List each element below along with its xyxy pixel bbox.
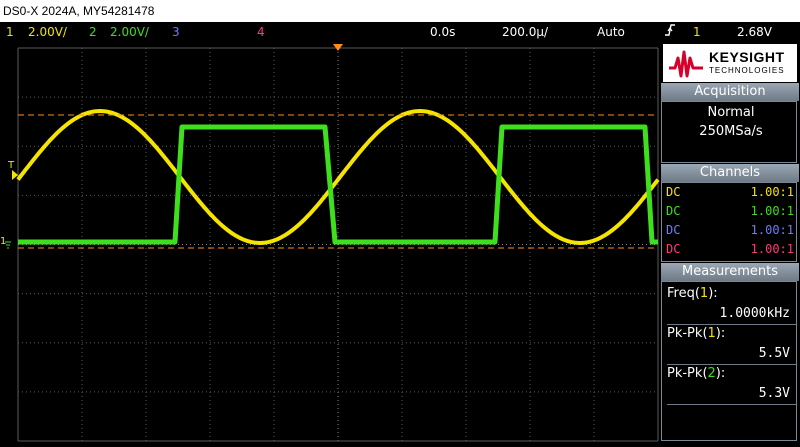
ch2-probe-ratio: 1.00:1 [750,204,794,218]
measurement-pkpk2-label[interactable]: Pk-Pk(2): [667,366,725,381]
ch2-number[interactable]: 2 [89,22,97,42]
ch1-coupling: DC [666,185,681,199]
channel-row-2[interactable]: DC 1.00:1 [666,202,798,221]
measurement-pkpk1-label[interactable]: Pk-Pk(1): [667,326,725,341]
time-delay[interactable]: 0.0s [430,22,455,42]
ch1-probe-ratio: 1.00:1 [750,185,794,199]
logo-brand: KEYSIGHT [709,49,785,65]
acquisition-box: Normal 250MSa/s [661,101,797,163]
measurement-freq-value: 1.0000kHz [719,306,790,321]
ch2-scale[interactable]: 2.00V/ [110,22,149,42]
trigger-level-marker: T [7,160,15,171]
channels-header[interactable]: Channels [661,164,799,182]
waveform-display[interactable]: T1 [0,42,660,443]
keysight-wave-icon [669,50,703,78]
ch1-sine-trace [16,108,660,246]
time-scale[interactable]: 200.0µ/ [502,22,548,42]
measurement-divider [667,404,797,405]
trigger-source[interactable]: 1 [693,22,701,42]
keysight-logo: KEYSIGHT TECHNOLOGIES [663,44,797,82]
acquisition-rate: 250MSa/s [699,124,763,139]
ch3-probe-ratio: 1.00:1 [750,223,794,237]
side-panel: KEYSIGHT TECHNOLOGIES Acquisition Normal… [660,42,800,443]
measurement-divider [667,324,797,325]
rising-edge-icon [664,22,676,44]
window-title: DS0-X 2024A, MY54281478 [0,0,800,22]
ch2-coupling: DC [666,204,681,218]
ch1-number[interactable]: 1 [6,22,14,42]
trigger-level[interactable]: 2.68V [737,22,772,42]
trigger-mode[interactable]: Auto [597,22,625,42]
acquisition-mode: Normal [707,105,755,120]
measurement-pkpk1-value: 5.5V [758,346,790,361]
acquisition-header[interactable]: Acquisition [661,83,799,101]
channels-box: DC 1.00:1 DC 1.00:1 DC 1.00:1 DC 1.00:1 [661,182,797,262]
channel-row-3[interactable]: DC 1.00:1 [666,221,798,240]
measurement-divider [667,364,797,365]
ch3-coupling: DC [666,223,681,237]
ch4-coupling: DC [666,242,681,256]
channel-row-4[interactable]: DC 1.00:1 [666,240,798,259]
ch4-probe-ratio: 1.00:1 [750,242,794,256]
measurement-freq-label[interactable]: Freq(1): [667,286,718,301]
logo-sub: TECHNOLOGIES [709,66,785,75]
measurement-pkpk2-value: 5.3V [758,386,790,401]
measurements-header[interactable]: Measurements [661,263,799,281]
ch4-number[interactable]: 4 [257,22,265,42]
traces [16,108,660,246]
ch1-scale[interactable]: 2.00V/ [28,22,67,42]
status-bar: 1 2.00V/ 2 2.00V/ 3 4 0.0s 200.0µ/ Auto … [0,22,800,42]
ch3-number[interactable]: 3 [172,22,180,42]
measurements-box: Freq(1): 1.0000kHz Pk-Pk(1): 5.5V Pk-Pk(… [661,281,797,441]
channel-row-1[interactable]: DC 1.00:1 [666,183,798,202]
